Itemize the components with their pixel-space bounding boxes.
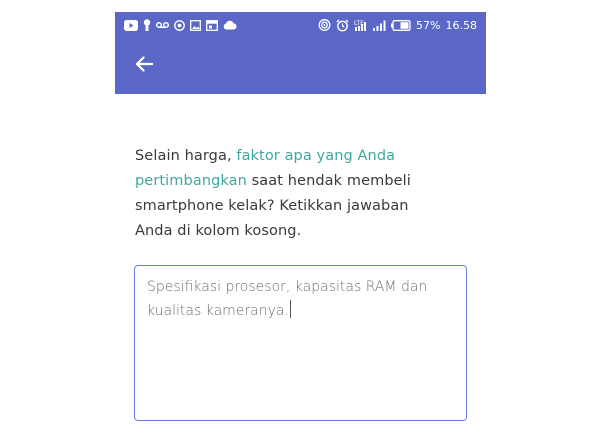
lte-signal-icon: LTE (354, 19, 368, 32)
phone-screen: LTE 57% 16.58 Selain harga, faktor apa y… (115, 12, 486, 444)
instagram-icon (174, 19, 185, 31)
clock: 16.58 (445, 18, 478, 32)
arrow-left-icon (135, 55, 154, 77)
calendar-icon (206, 19, 218, 31)
question-part-1: Selain harga, (135, 148, 237, 164)
battery-percent: 57% (416, 18, 441, 32)
text-cursor (289, 300, 291, 318)
battery-icon (391, 19, 411, 31)
voicemail-icon (156, 21, 169, 30)
notification-icons (124, 19, 237, 31)
alarm-icon (336, 19, 349, 32)
cloud-icon (223, 20, 237, 30)
gallery-icon (190, 19, 201, 31)
answer-value: Spesifikasi prosesor, kapasitas RAM dan … (147, 279, 428, 319)
status-bar: LTE 57% 16.58 (115, 12, 486, 38)
youtube-icon (124, 19, 138, 31)
answer-textarea[interactable]: Spesifikasi prosesor, kapasitas RAM dan … (134, 265, 467, 421)
signal-icon (373, 20, 386, 31)
back-button[interactable] (132, 54, 156, 78)
hotspot-icon (318, 19, 331, 31)
system-icons: LTE 57% 16.58 (318, 19, 477, 32)
question-text: Selain harga, faktor apa yang Anda perti… (135, 144, 445, 244)
app-bar (115, 38, 486, 94)
keyhole-icon (143, 19, 151, 31)
